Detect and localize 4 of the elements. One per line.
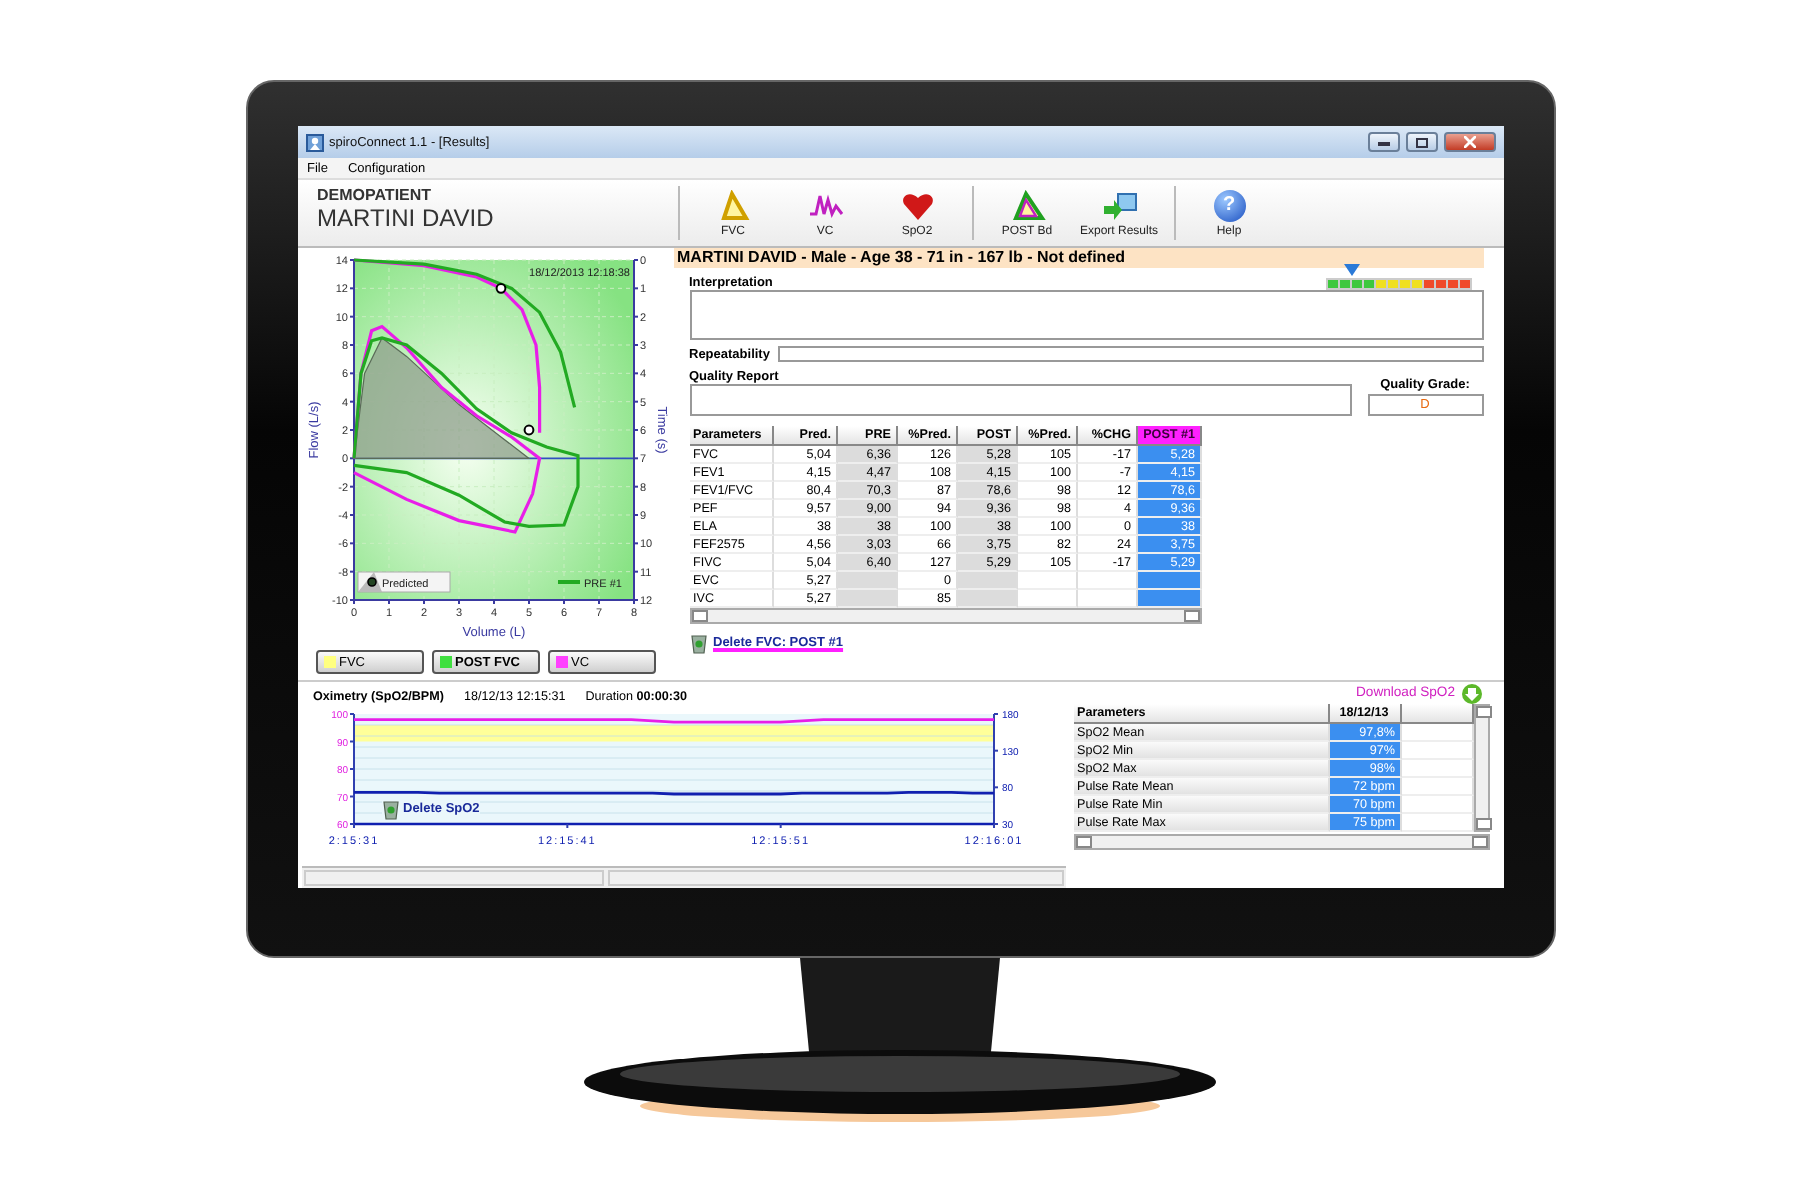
patient-summary: MARTINI DAVID - Male - Age 38 - 71 in - 167 lb - Not defined: [673, 248, 1483, 268]
patient-label: DEMOPATIENT: [317, 186, 434, 204]
patient-name: MARTINI DAVID: [317, 204, 496, 232]
help-icon: ?: [1213, 189, 1245, 221]
